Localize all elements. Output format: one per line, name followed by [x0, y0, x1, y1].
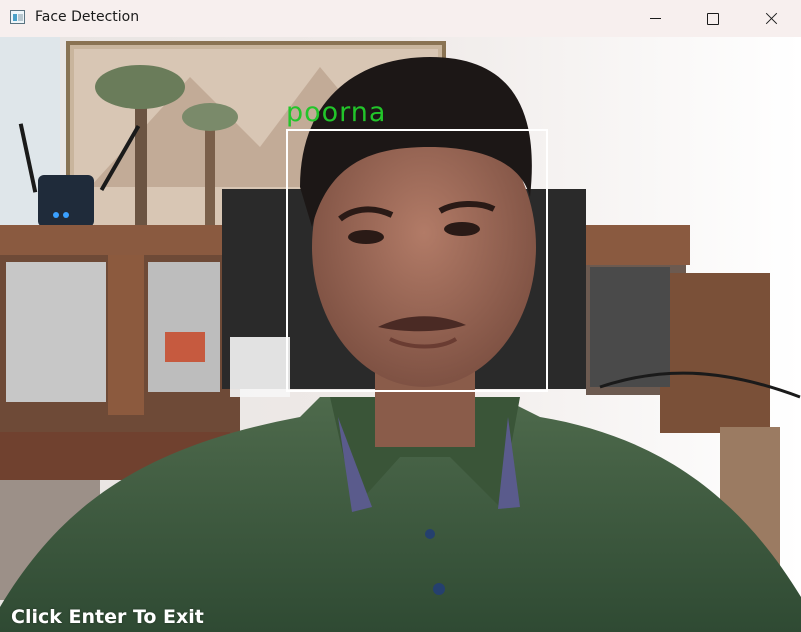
title-bar: Face Detection [0, 0, 801, 37]
detected-name-label: poorna [286, 97, 387, 128]
window-title: Face Detection [35, 9, 140, 25]
maximize-icon [707, 12, 719, 25]
face-bounding-box [286, 129, 548, 392]
minimize-button[interactable] [626, 0, 684, 37]
maximize-button[interactable] [684, 0, 742, 37]
camera-feed: poorna Click Enter To Exit [0, 37, 801, 632]
python-window-icon [10, 10, 25, 24]
close-icon [765, 12, 778, 25]
close-button[interactable] [742, 0, 800, 37]
minimize-icon [649, 18, 661, 19]
exit-instruction: Click Enter To Exit [11, 606, 204, 628]
